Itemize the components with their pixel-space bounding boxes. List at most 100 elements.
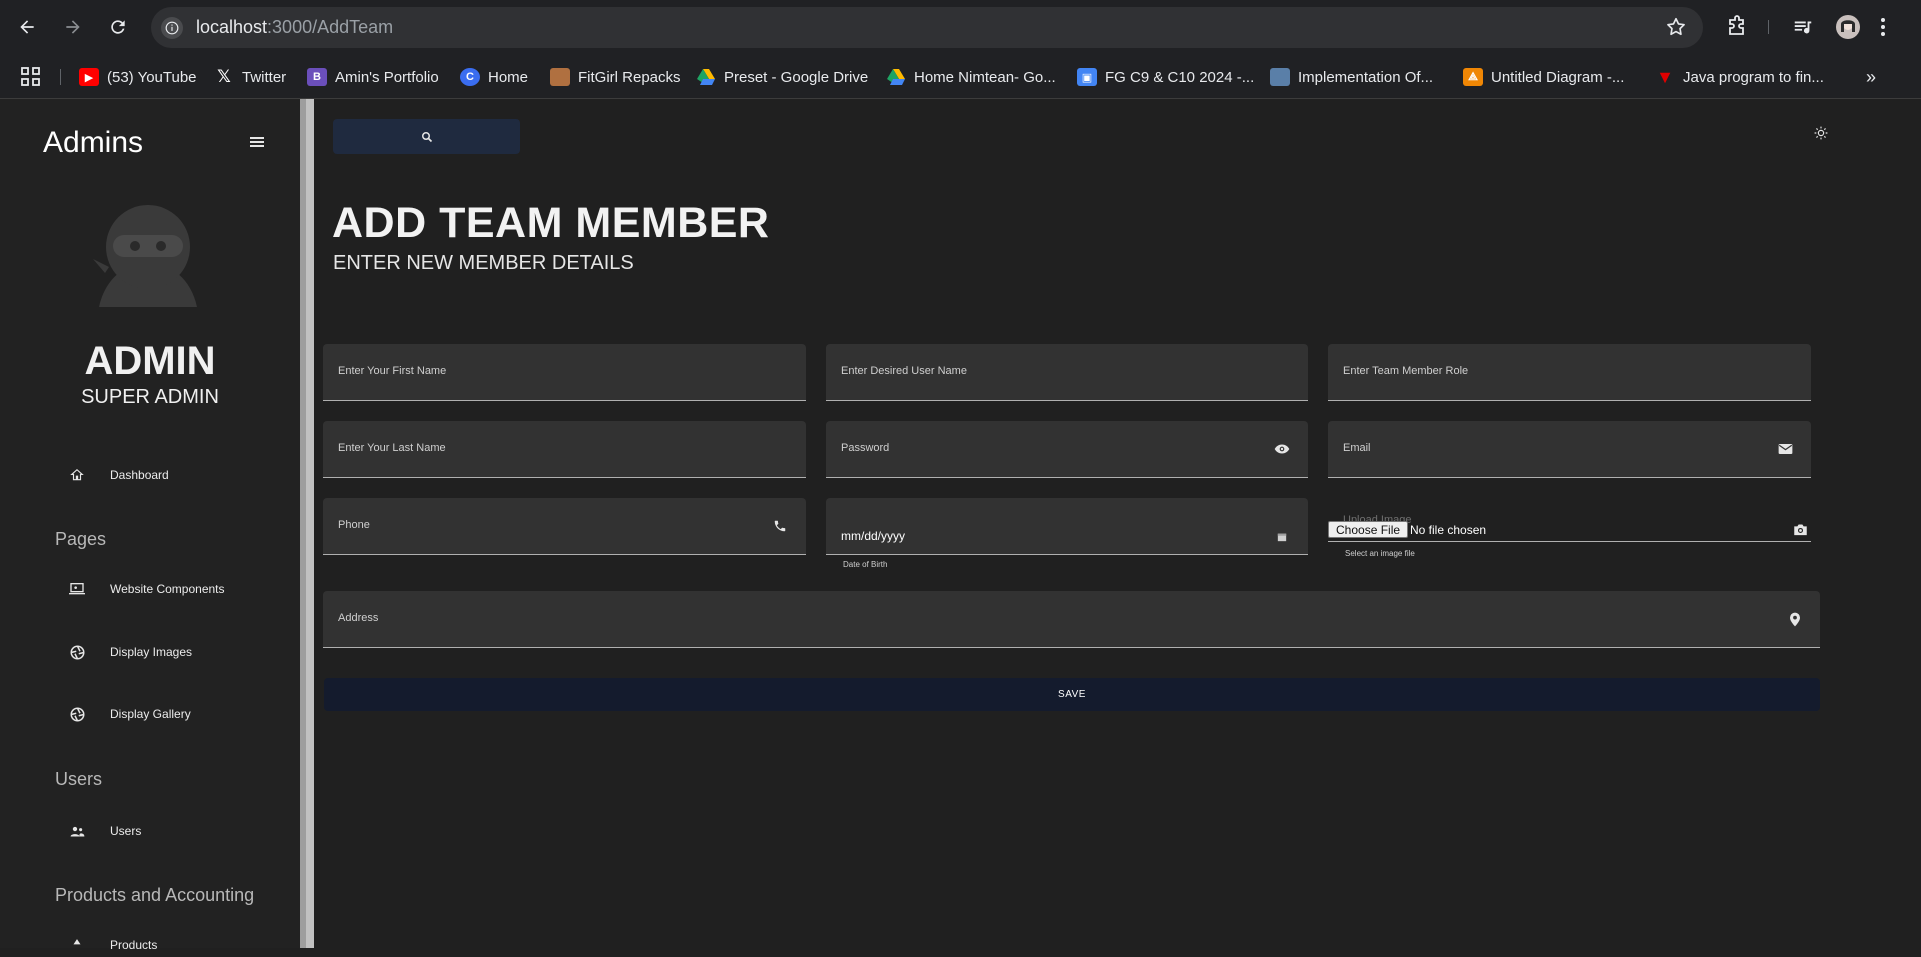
bookmarks-bar: ▶ (53) YouTube 𝕏 Twitter B Amin's Portfolio… [0,55,1921,99]
mail-icon [1776,440,1794,458]
location-pin-icon [1786,610,1804,628]
choose-file-button[interactable]: Choose File [1328,521,1409,538]
google-drive-icon [696,68,716,86]
address-field[interactable]: Address [323,591,1820,648]
puzzle-icon [1729,15,1744,35]
date-of-birth-field[interactable]: mm/dd/yyyy [826,498,1308,555]
bookmark-nimtean-drive[interactable]: Home Nimtean- Go... [886,64,1056,90]
upload-image-field[interactable]: Upload Image Choose File No file chosen [1328,496,1811,542]
media-control-button[interactable] [1792,14,1814,40]
search-icon [421,131,432,142]
shapes-icon [68,936,86,954]
sidebar-title: Admins [43,126,144,159]
bookmark-home[interactable]: C Home [460,64,528,90]
sidebar-scroll-thumb[interactable] [306,99,314,948]
forward-button[interactable] [59,13,87,41]
save-button[interactable]: SAVE [324,678,1820,711]
extensions-button[interactable] [1725,14,1749,40]
eye-icon[interactable] [1273,440,1291,458]
section-products-accounting: Products and Accounting [55,885,255,905]
bookmark-implementation[interactable]: Implementation Of... [1270,64,1433,90]
google-drive-icon [886,68,906,86]
sidebar-item-label: Display Images [110,645,193,659]
aperture-icon [68,705,86,723]
profile-avatar[interactable] [1836,14,1860,40]
sidebar-item-display-images[interactable]: Display Images [68,640,192,664]
apps-button[interactable] [21,64,41,90]
arrow-left-icon [20,20,34,34]
toolbar-divider [1768,20,1769,34]
page-subtitle: ENTER NEW MEMBER DETAILS [333,252,634,274]
bookmark-java-program[interactable]: ▼ Java program to fin... [1655,64,1824,90]
section-pages: Pages [55,529,107,549]
role-field[interactable]: Enter Team Member Role [1328,344,1811,401]
calendar-icon[interactable] [1273,528,1291,546]
url-text: localhost:3000/AddTeam [196,17,394,37]
admin-avatar [89,199,207,323]
search-button[interactable] [333,119,520,154]
browser-menu-button[interactable] [1880,14,1886,40]
admin-role: SUPER ADMIN [81,386,219,408]
reload-icon [111,20,125,34]
dob-helper-text: Date of Birth [843,560,888,569]
sidebar-item-label: Display Gallery [110,707,191,721]
people-icon [68,822,86,840]
b-icon: B [307,68,327,86]
bookmark-star-icon[interactable] [1665,16,1687,43]
theme-toggle-button[interactable] [1814,126,1834,146]
sidebar-item-label: Products [110,938,158,952]
implementation-icon [1270,68,1290,86]
bookmark-classroom[interactable]: ▣ FG C9 & C10 2024 -... [1077,64,1254,90]
menu-toggle-button[interactable] [250,135,268,151]
admin-name: ADMIN [84,339,216,383]
email-field[interactable]: Email [1328,421,1811,478]
dob-value: mm/dd/yyyy [841,529,906,543]
c-icon: C [460,68,480,86]
first-name-label: Enter Your First Name [338,365,447,377]
password-field[interactable]: Password [826,421,1308,478]
sidebar-item-users[interactable]: Users [68,819,141,843]
hamburger-icon [250,137,264,147]
first-name-field[interactable]: Enter Your First Name [323,344,806,401]
sidebar-item-website-components[interactable]: Website Components [68,577,225,601]
kebab-menu-icon [1881,18,1885,36]
address-bar[interactable]: localhost:3000/AddTeam [151,7,1703,48]
more-bookmarks-button[interactable]: » [1866,64,1876,90]
upload-helper-text: Select an image file [1345,549,1415,558]
camera-icon[interactable] [1791,520,1809,538]
bookmark-portfolio[interactable]: B Amin's Portfolio [307,64,439,90]
last-name-label: Enter Your Last Name [338,442,446,454]
address-label: Address [338,612,379,624]
no-file-chosen-text: No file chosen [1410,523,1487,537]
sidebar-item-products[interactable]: Products [68,933,157,957]
queue-music-icon [1794,21,1812,34]
page-title: ADD TEAM MEMBER [332,199,770,247]
profile-avatar-icon [1836,15,1860,39]
sidebar-item-label: Dashboard [110,468,169,482]
sidebar: Admins ADMIN SUPER ADMIN Dashboard Pages… [0,99,300,952]
phone-field[interactable]: Phone [323,498,806,555]
fitgirl-icon [550,68,570,86]
browser-toolbar: localhost:3000/AddTeam [0,0,1921,55]
arrow-right-icon [66,20,80,34]
last-name-field[interactable]: Enter Your Last Name [323,421,806,478]
password-label: Password [841,442,890,454]
v-icon: ▼ [1656,66,1674,87]
back-button[interactable] [13,13,41,41]
drawio-icon: ⟁ [1463,68,1483,86]
reload-button[interactable] [104,13,132,41]
bookmark-twitter[interactable]: 𝕏 Twitter [214,64,286,90]
laptop-icon [68,580,86,598]
site-info-icon[interactable] [161,17,183,39]
username-field[interactable]: Enter Desired User Name [826,344,1308,401]
section-users: Users [55,769,103,789]
sidebar-item-label: Website Components [110,582,225,596]
bookmark-preset-drive[interactable]: Preset - Google Drive [696,64,868,90]
bookmark-untitled-diagram[interactable]: ⟁ Untitled Diagram -... [1463,64,1624,90]
sidebar-item-display-gallery[interactable]: Display Gallery [68,702,191,726]
bookmark-youtube[interactable]: ▶ (53) YouTube [79,64,197,90]
username-label: Enter Desired User Name [841,365,967,377]
aperture-icon [68,643,86,661]
bookmark-fitgirl[interactable]: FitGirl Repacks [550,64,681,90]
sidebar-item-dashboard[interactable]: Dashboard [68,463,169,487]
